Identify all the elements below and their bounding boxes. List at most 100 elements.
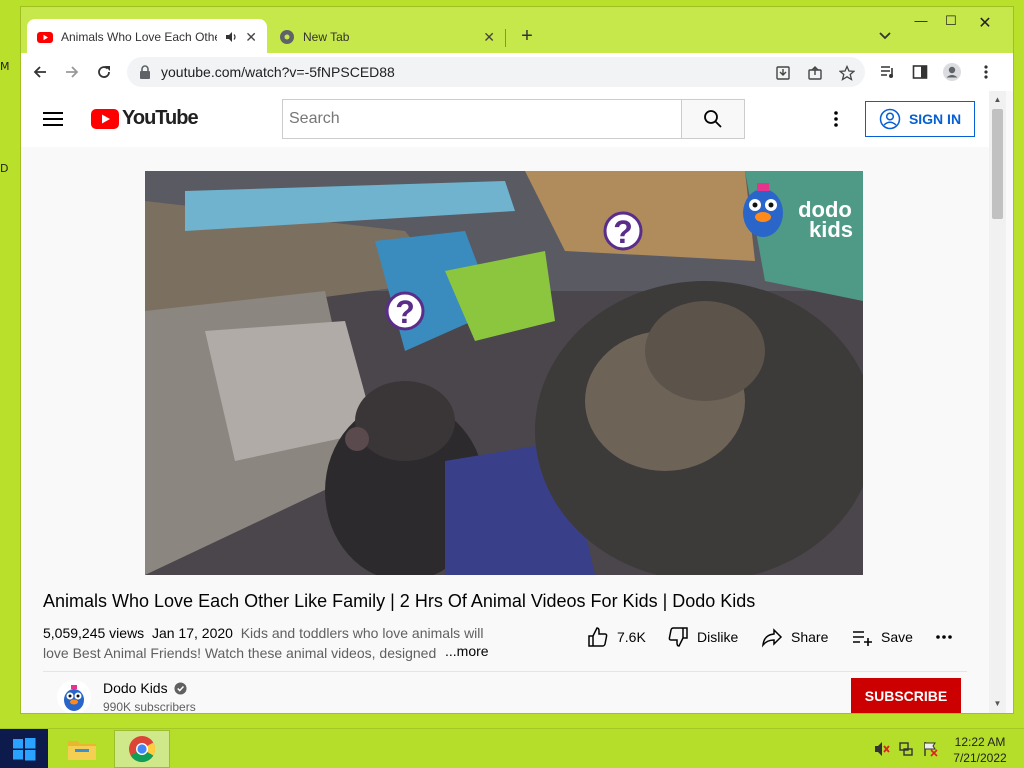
- thumbs-up-icon: [588, 627, 608, 647]
- chrome-taskbar-button[interactable]: [114, 730, 170, 768]
- arrow-right-icon: [66, 66, 79, 78]
- search-box[interactable]: [282, 99, 682, 139]
- channel-name[interactable]: Dodo Kids: [103, 680, 187, 696]
- channel-row: Dodo Kids 990K subscribers SUBSCRIBE: [43, 671, 967, 713]
- reload-icon: [98, 66, 110, 78]
- more-actions-button[interactable]: [935, 625, 953, 649]
- lock-icon[interactable]: [139, 65, 151, 79]
- youtube-header: YouTube SIGN IN: [21, 91, 989, 147]
- youtube-play-icon: [91, 108, 119, 129]
- kebab-menu-icon: [984, 65, 988, 79]
- folder-icon: [68, 741, 96, 760]
- sign-in-button[interactable]: SIGN IN: [865, 101, 975, 137]
- desktop-icon-label: M: [0, 60, 10, 73]
- scroll-down-icon[interactable]: ▼: [993, 699, 1002, 708]
- close-tab-icon[interactable]: ✕: [245, 29, 257, 46]
- upload-date: Jan 17, 2020: [151, 625, 233, 641]
- tab-youtube[interactable]: Animals Who Love Each Other Like Family …: [27, 19, 267, 55]
- subscriber-count: 990K subscribers: [103, 700, 196, 713]
- scroll-thumb[interactable]: [992, 109, 1003, 219]
- playlist-icon: [881, 66, 893, 78]
- account-icon: [879, 108, 901, 130]
- youtube-favicon-icon: [37, 32, 53, 43]
- tab-title: New Tab: [303, 30, 350, 44]
- clock-date: 7/21/2022: [953, 751, 1007, 765]
- question-mark: ?: [395, 294, 415, 330]
- browser-toolbar: youtube.com/watch?v=-5fNPSCED88: [21, 53, 1013, 91]
- video-frame: ? ? dodo kids: [145, 171, 863, 575]
- settings-menu-button[interactable]: [829, 109, 843, 129]
- share-arrow-icon: [762, 628, 783, 648]
- install-icon[interactable]: [773, 63, 793, 83]
- system-clock[interactable]: 12:22 AM 7/21/2022: [940, 734, 1020, 766]
- back-button[interactable]: [29, 61, 51, 83]
- thumbs-down-icon: [668, 627, 688, 647]
- action-center-flag-icon[interactable]: [922, 741, 938, 757]
- chrome-favicon-icon: [280, 30, 294, 44]
- page-viewport: YouTube SIGN IN: [21, 91, 1013, 713]
- share-page-icon[interactable]: [805, 63, 825, 83]
- tab-title: Animals Who Love Each Other Like Family: [61, 30, 217, 44]
- video-player[interactable]: ? ? dodo kids: [145, 171, 863, 575]
- share-label: Share: [791, 629, 829, 645]
- tab-new-tab[interactable]: New Tab ✕: [269, 19, 505, 55]
- close-window-button[interactable]: ✕: [973, 13, 997, 33]
- channel-name-text: Dodo Kids: [103, 680, 168, 696]
- start-button[interactable]: [0, 729, 48, 768]
- ellipsis-icon: [936, 635, 952, 639]
- minimize-button[interactable]: —: [909, 13, 933, 33]
- maximize-button[interactable]: ☐: [939, 13, 963, 33]
- like-button[interactable]: 7.6K: [587, 625, 646, 649]
- kebab-menu-icon: [834, 111, 838, 127]
- youtube-logo[interactable]: YouTube: [91, 107, 199, 130]
- youtube-wordmark: YouTube: [122, 107, 199, 129]
- save-label: Save: [881, 629, 913, 645]
- network-icon[interactable]: [898, 741, 914, 757]
- video-title: Animals Who Love Each Other Like Family …: [43, 591, 756, 611]
- page-scrollbar[interactable]: ▲ ▼: [989, 91, 1006, 713]
- clock-time: 12:22 AM: [954, 735, 1006, 749]
- forward-button[interactable]: [61, 61, 83, 83]
- subscribe-button[interactable]: SUBSCRIBE: [851, 678, 961, 713]
- search-icon: [704, 110, 722, 128]
- speaker-icon[interactable]: [225, 31, 237, 43]
- chrome-icon: [129, 736, 156, 763]
- media-control-button[interactable]: [877, 61, 899, 83]
- dislike-label: Dislike: [697, 629, 739, 645]
- save-button[interactable]: Save: [851, 625, 913, 649]
- profile-avatar-icon: [943, 63, 961, 81]
- sign-in-label: SIGN IN: [908, 111, 962, 127]
- dislike-button[interactable]: Dislike: [667, 625, 738, 649]
- channel-avatar[interactable]: [57, 680, 91, 713]
- side-panel-button[interactable]: [909, 61, 931, 83]
- browser-window: Animals Who Love Each Other Like Family …: [20, 6, 1014, 714]
- arrow-left-icon: [33, 66, 46, 78]
- url-text: youtube.com/watch?v=-5fNPSCED88: [161, 64, 395, 80]
- desktop-icon-label: D: [0, 162, 9, 175]
- browser-menu-button[interactable]: [975, 61, 997, 83]
- chevron-down-icon[interactable]: [877, 27, 893, 43]
- kids-brand-text: kids: [809, 217, 853, 242]
- new-tab-button[interactable]: +: [515, 25, 539, 48]
- video-description[interactable]: 5,059,245 views Jan 17, 2020 Kids and to…: [43, 623, 503, 663]
- hamburger-menu-icon[interactable]: [43, 111, 63, 127]
- add-to-playlist-icon: [853, 631, 872, 646]
- tab-strip: Animals Who Love Each Other Like Family …: [21, 7, 1013, 55]
- profile-button[interactable]: [941, 61, 963, 83]
- verified-badge-icon: [174, 681, 187, 695]
- volume-muted-icon[interactable]: [874, 741, 890, 757]
- share-button[interactable]: Share: [761, 625, 828, 649]
- search-button[interactable]: [681, 99, 745, 139]
- close-tab-icon[interactable]: ✕: [483, 29, 495, 46]
- bookmark-star-icon[interactable]: [837, 63, 857, 83]
- show-more-link[interactable]: ...more: [443, 643, 489, 659]
- search-input[interactable]: [283, 100, 682, 138]
- tab-separator: [505, 29, 506, 47]
- windows-logo-icon: [13, 738, 36, 761]
- file-explorer-button[interactable]: [54, 730, 110, 768]
- question-mark: ?: [613, 214, 633, 250]
- like-count: 7.6K: [617, 629, 646, 645]
- address-bar[interactable]: youtube.com/watch?v=-5fNPSCED88: [127, 57, 865, 87]
- reload-button[interactable]: [93, 61, 115, 83]
- scroll-up-icon[interactable]: ▲: [993, 95, 1002, 104]
